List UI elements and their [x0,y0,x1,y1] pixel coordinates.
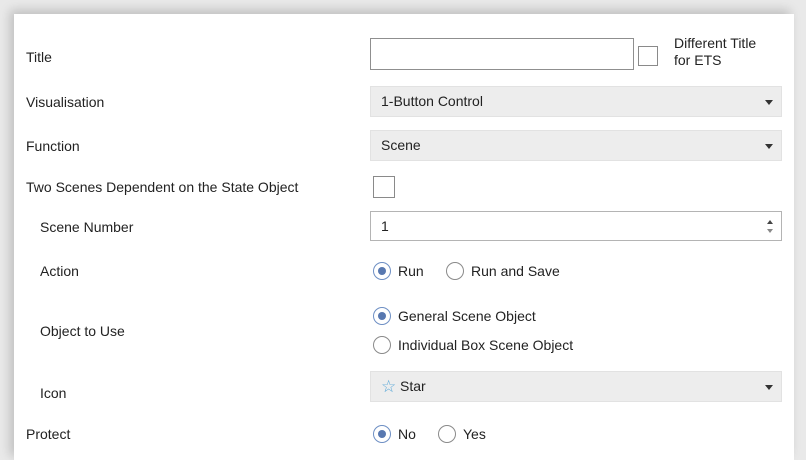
object-to-use-label: Object to Use [40,323,125,339]
action-label: Action [40,263,79,279]
different-title-checkbox[interactable] [638,46,658,66]
individual-box-scene-object-label: Individual Box Scene Object [398,337,574,353]
two-scenes-checkbox[interactable] [373,176,395,198]
icon-label: Icon [40,385,67,401]
icon-value: Star [400,378,426,394]
protect-yes-label: Yes [463,426,486,442]
function-value: Scene [381,137,421,153]
spin-up-icon[interactable] [767,220,773,224]
radio-unselected-icon[interactable] [438,425,456,443]
action-run-and-save-label: Run and Save [471,263,560,279]
chevron-down-icon [765,144,773,149]
radio-selected-icon[interactable] [373,425,391,443]
spin-down-icon[interactable] [767,229,773,233]
scene-number-spinbox[interactable]: 1 [370,211,782,241]
radio-selected-icon[interactable] [373,307,391,325]
function-label: Function [26,138,80,154]
chevron-down-icon [765,385,773,390]
different-title-label-line2: for ETS [674,52,722,68]
scene-number-value: 1 [381,218,389,234]
function-dropdown[interactable]: Scene [370,130,782,161]
title-label: Title [26,49,52,65]
chevron-down-icon [765,100,773,105]
radio-unselected-icon[interactable] [446,262,464,280]
icon-dropdown[interactable]: ☆ Star [370,371,782,402]
action-run-label: Run [398,263,424,279]
radio-unselected-icon[interactable] [373,336,391,354]
action-run-and-save-option[interactable]: Run and Save [446,262,560,280]
two-scenes-label: Two Scenes Dependent on the State Object [26,179,299,195]
protect-no-label: No [398,426,416,442]
radio-selected-icon[interactable] [373,262,391,280]
scene-number-label: Scene Number [40,219,134,235]
different-title-label: Different Title for ETS [674,35,756,69]
action-run-option[interactable]: Run [373,262,424,280]
visualisation-dropdown[interactable]: 1-Button Control [370,86,782,117]
protect-label: Protect [26,426,71,442]
title-input[interactable] [370,38,634,70]
general-scene-object-option[interactable]: General Scene Object [373,307,536,325]
general-scene-object-label: General Scene Object [398,308,536,324]
visualisation-value: 1-Button Control [381,93,483,109]
protect-no-option[interactable]: No [373,425,416,443]
star-icon: ☆ [381,377,397,396]
different-title-label-line1: Different Title [674,35,757,51]
individual-box-scene-object-option[interactable]: Individual Box Scene Object [373,336,573,354]
visualisation-label: Visualisation [26,94,105,110]
protect-yes-option[interactable]: Yes [438,425,486,443]
parameters-panel: Title Different Title for ETS Visualisat… [14,14,794,460]
